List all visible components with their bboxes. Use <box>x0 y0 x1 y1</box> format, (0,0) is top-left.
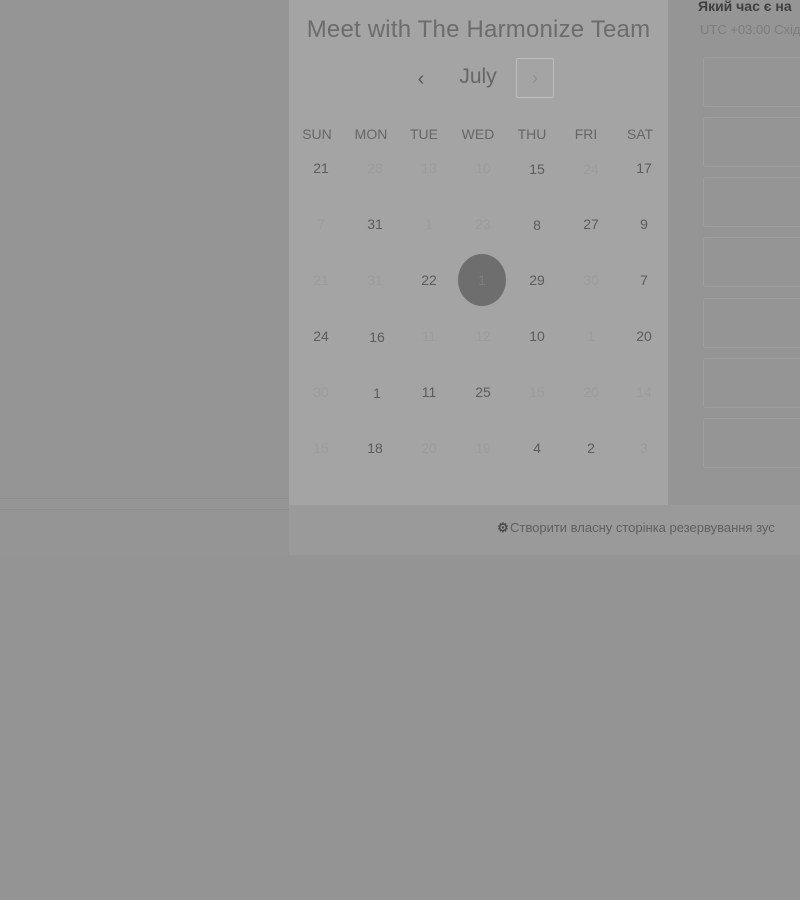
selected-day[interactable]: 1 <box>458 254 506 306</box>
calendar-day[interactable]: 22 <box>402 269 456 291</box>
calendar-day: 11 <box>421 328 437 344</box>
calendar-day: 3 <box>640 440 648 456</box>
calendar-title: Meet with The Harmonize Team <box>306 16 651 43</box>
calendar-day[interactable]: 9 <box>617 213 671 235</box>
calendar-day: 30 <box>583 272 599 288</box>
weekday-wed: WED <box>461 126 495 142</box>
calendar-day[interactable]: 16 <box>350 326 404 348</box>
calendar-day[interactable]: 4 <box>510 437 564 459</box>
chevron-right-icon[interactable]: › <box>516 58 554 98</box>
calendar-day: 21 <box>313 272 329 288</box>
create-booking-page-link[interactable]: ⚙Створити власну сторінка резервування з… <box>496 520 775 536</box>
calendar-day: 20 <box>583 384 599 400</box>
calendar-day: 13 <box>421 160 437 176</box>
time-slot[interactable] <box>703 358 800 408</box>
time-slot[interactable] <box>703 418 800 468</box>
weekday-fri: FRI <box>574 126 598 142</box>
calendar-day: 15 <box>529 384 545 400</box>
calendar-day[interactable]: 27 <box>564 213 618 235</box>
month-navigation: ‹ July › <box>289 58 668 100</box>
calendar-day: 1 <box>425 216 433 232</box>
weekday-sat: SAT <box>626 126 654 142</box>
divider <box>0 498 289 499</box>
footer-link-text: Створити власну сторінка резервування зу… <box>510 520 775 535</box>
calendar-day[interactable]: 7 <box>617 269 671 291</box>
calendar-day[interactable]: 1 <box>350 382 404 404</box>
time-slot[interactable] <box>703 177 800 227</box>
weekday-mon: MON <box>354 126 388 142</box>
calendar-day[interactable]: 21 <box>294 157 348 179</box>
weekday-thu: THU <box>517 126 547 142</box>
available-times-title: Який час є на <box>698 0 792 14</box>
time-slot[interactable] <box>703 57 800 107</box>
divider <box>0 509 289 510</box>
calendar-day: 15 <box>313 440 329 456</box>
calendar-day[interactable]: 31 <box>348 213 402 235</box>
calendar-day: 14 <box>636 384 652 400</box>
weekday-header: SUN MON TUE WED THU FRI SAT <box>289 126 668 146</box>
calendar-day: 1 <box>587 328 595 344</box>
month-label: July <box>459 65 497 88</box>
time-slot[interactable] <box>703 298 800 348</box>
calendar-day[interactable]: 29 <box>510 269 564 291</box>
calendar-day[interactable]: 20 <box>617 325 671 347</box>
page: Meet with The Harmonize Team ‹ July › SU… <box>0 0 800 900</box>
calendar-day[interactable]: 2 <box>564 437 618 459</box>
calendar-day[interactable]: 10 <box>510 325 564 347</box>
sprocket-icon: ⚙ <box>497 520 509 535</box>
calendar-day[interactable]: 24 <box>294 325 348 347</box>
time-slot[interactable] <box>703 117 800 167</box>
calendar-day: 24 <box>583 161 599 177</box>
calendar-card: Meet with The Harmonize Team ‹ July › SU… <box>289 0 668 505</box>
calendar-day[interactable]: 17 <box>617 157 671 179</box>
calendar-day: 23 <box>475 216 491 232</box>
chevron-left-icon[interactable]: ‹ <box>409 62 433 96</box>
weekday-tue: TUE <box>410 126 438 142</box>
calendar-day[interactable]: 15 <box>510 158 564 180</box>
calendar-day: 12 <box>475 328 491 344</box>
calendar-day: 10 <box>475 160 491 176</box>
calendar-day: 30 <box>313 384 329 400</box>
calendar-day[interactable]: 18 <box>348 437 402 459</box>
calendar-day[interactable]: 11 <box>402 381 456 403</box>
calendar-day: 31 <box>367 272 383 288</box>
time-slot[interactable] <box>703 237 800 287</box>
calendar-day: 20 <box>421 440 437 456</box>
calendar-day: 19 <box>475 440 491 456</box>
calendar-day: 28 <box>367 160 383 176</box>
timezone-label[interactable]: UTC +03:00 Схід <box>700 22 800 37</box>
weekday-sun: SUN <box>302 126 332 142</box>
calendar-day[interactable]: 8 <box>510 214 564 236</box>
calendar-day[interactable]: 25 <box>456 381 510 403</box>
calendar-day: 7 <box>317 216 325 232</box>
